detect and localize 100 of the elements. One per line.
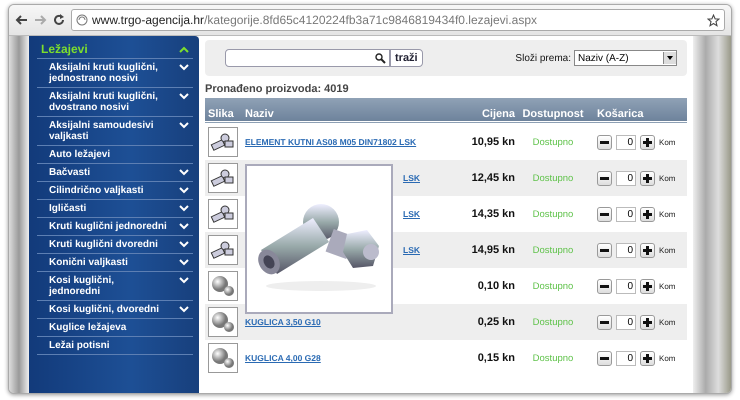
- price: 10,95 kn: [472, 136, 515, 148]
- sidebar-item[interactable]: Aksijalni kruti kuglični, jednostrano nosivi: [37, 59, 193, 88]
- plus-button[interactable]: [640, 242, 655, 258]
- search-field[interactable]: [225, 49, 390, 67]
- sort-dropdown[interactable]: Naziv (A-Z): [574, 50, 677, 66]
- column-header: Cijena: [480, 108, 515, 120]
- price: 0,25 kn: [478, 316, 515, 328]
- product-link[interactable]: KUGLICA 3,50 G10: [245, 317, 321, 327]
- joint-icon: [210, 167, 236, 189]
- product-thumbnail[interactable]: [208, 307, 238, 337]
- sidebar-heading[interactable]: Ležajevi: [37, 40, 193, 59]
- minus-icon: [600, 356, 609, 360]
- availability: Dostupno: [532, 137, 574, 148]
- product-link[interactable]: KUGLICA 4,00 G28: [245, 353, 321, 363]
- search-icon[interactable]: [375, 52, 386, 64]
- sidebar-item[interactable]: Auto ležajevi: [37, 146, 193, 164]
- back-icon[interactable]: [15, 14, 28, 26]
- minus-button[interactable]: [597, 206, 612, 222]
- sidebar-item[interactable]: Ležai potisni: [37, 337, 193, 355]
- availability: Dostupno: [532, 245, 574, 256]
- sort-label: Složi prema:: [515, 52, 571, 64]
- sidebar-item[interactable]: Bačvasti: [37, 164, 193, 182]
- price: 14,35 kn: [472, 208, 515, 220]
- quantity-field[interactable]: 0: [616, 350, 636, 366]
- sidebar-item[interactable]: Konični valjkasti: [37, 254, 193, 272]
- product-thumbnail[interactable]: [208, 271, 238, 301]
- sidebar-item[interactable]: Kosi kuglični, jednoredni: [37, 272, 193, 301]
- minus-icon: [600, 284, 609, 288]
- product-thumbnail[interactable]: [208, 343, 238, 373]
- quantity-field[interactable]: 0: [616, 206, 636, 222]
- plus-button[interactable]: [640, 278, 655, 294]
- plus-icon: [643, 174, 652, 182]
- quantity-field[interactable]: 0: [616, 314, 636, 330]
- balls-icon: [210, 346, 236, 370]
- search-button[interactable]: traži: [390, 49, 423, 67]
- minus-button[interactable]: [597, 242, 612, 258]
- column-header: Slika: [207, 108, 235, 120]
- sidebar-item[interactable]: Aksijalni kruti kuglični, dvostrano nosivi: [37, 88, 193, 117]
- product-thumbnail[interactable]: [208, 199, 238, 229]
- column-header: Naziv: [245, 108, 275, 120]
- price: 0,15 kn: [478, 352, 515, 364]
- plus-button[interactable]: [640, 170, 655, 186]
- plus-button[interactable]: [640, 134, 655, 150]
- quantity-field[interactable]: 0: [616, 170, 636, 186]
- minus-icon: [600, 320, 609, 324]
- sidebar-item[interactable]: Kosi kuglični, dvoredni: [37, 301, 193, 319]
- minus-button[interactable]: [597, 314, 612, 330]
- joint-icon: [210, 203, 236, 225]
- plus-button[interactable]: [640, 350, 655, 366]
- unit-label: Kom: [659, 174, 676, 182]
- joint-icon: [210, 239, 236, 261]
- product-thumbnail[interactable]: [208, 235, 238, 265]
- unit-label: Kom: [659, 354, 676, 362]
- plus-button[interactable]: [640, 314, 655, 330]
- plus-button[interactable]: [640, 206, 655, 222]
- sidebar-item[interactable]: Igličasti: [37, 200, 193, 218]
- sidebar-item[interactable]: Aksijalni samoudesivi valjkasti: [37, 117, 193, 146]
- dropdown-arrow-icon[interactable]: [667, 56, 673, 60]
- quantity-field[interactable]: 0: [616, 278, 636, 294]
- availability: Dostupno: [532, 317, 574, 328]
- star-icon[interactable]: [707, 14, 720, 26]
- availability: Dostupno: [532, 209, 574, 220]
- plus-icon: [643, 138, 652, 146]
- column-header: Košarica: [596, 108, 644, 120]
- address-bar[interactable]: www.trgo-agencija.hr/kategorije.8fd65c4120224fb3a71c9846819434f0.lezajevi.aspx: [71, 9, 725, 31]
- product-link[interactable]: ELEMENT KUTNI AS08 M05 DIN71802 LSK: [245, 137, 416, 147]
- minus-icon: [600, 212, 609, 216]
- chevron-icon[interactable]: [179, 46, 189, 54]
- minus-button[interactable]: [597, 134, 612, 150]
- column-header: Dostupnost: [521, 108, 585, 120]
- quantity-field[interactable]: 0: [616, 134, 636, 150]
- price: 0,10 kn: [478, 280, 515, 292]
- availability: Dostupno: [532, 281, 574, 292]
- sidebar-item[interactable]: Cilindrično valjkasti: [37, 182, 193, 200]
- quantity-field[interactable]: 0: [616, 242, 636, 258]
- joint-icon: [210, 131, 236, 153]
- sidebar-item[interactable]: Kuglice ležajeva: [37, 319, 193, 337]
- minus-button[interactable]: [597, 278, 612, 294]
- plus-icon: [643, 354, 652, 362]
- minus-icon: [600, 248, 609, 252]
- globe-icon: [76, 14, 88, 26]
- availability: Dostupno: [532, 173, 574, 184]
- price: 14,95 kn: [472, 244, 515, 256]
- minus-button[interactable]: [597, 170, 612, 186]
- plus-icon: [643, 246, 652, 254]
- product-link[interactable]: LSK: [403, 245, 420, 255]
- plus-icon: [643, 282, 652, 290]
- balls-icon: [210, 274, 236, 298]
- sidebar-item[interactable]: Kruti kuglični jednoredni: [37, 218, 193, 236]
- sidebar-item[interactable]: Kruti kuglični dvoredni: [37, 236, 193, 254]
- unit-label: Kom: [659, 282, 676, 290]
- product-link[interactable]: LSK: [403, 209, 420, 219]
- minus-button[interactable]: [597, 350, 612, 366]
- plus-icon: [643, 210, 652, 218]
- product-thumbnail[interactable]: [208, 163, 238, 193]
- unit-label: Kom: [659, 138, 676, 146]
- product-thumbnail[interactable]: [208, 127, 238, 157]
- reload-icon[interactable]: [53, 14, 65, 26]
- availability: Dostupno: [532, 353, 574, 364]
- product-link[interactable]: LSK: [403, 173, 420, 183]
